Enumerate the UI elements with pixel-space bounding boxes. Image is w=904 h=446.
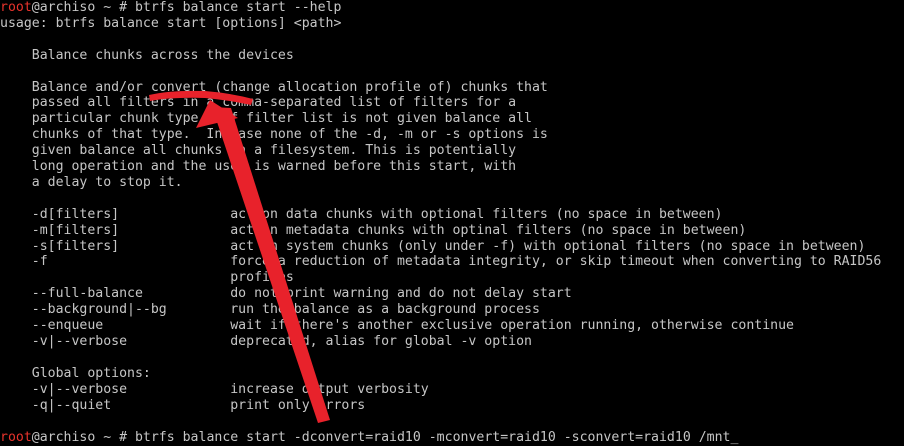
last-command-text[interactable]: btrfs balance start -dconvert=raid10 -mc… (135, 430, 730, 445)
help-line: profiles (0, 270, 294, 286)
first-command-text: btrfs balance start --help (134, 0, 342, 15)
terminal-window[interactable]: root@archiso ~ # btrfs balance start --h… (0, 0, 904, 446)
prompt-host: @archiso ~ # (31, 430, 135, 445)
help-line: long operation and the user is warned be… (0, 159, 517, 174)
help-line: -m[filters] act on metadata chunks with … (0, 222, 747, 238)
help-line: -d[filters] act on data chunks with opti… (0, 206, 723, 222)
help-line: a delay to stop it. (0, 174, 183, 190)
help-line: -f force a reduction of metadata integri… (0, 254, 882, 270)
help-line: Balance and/or convert (change allocatio… (0, 79, 548, 95)
help-line: Balance chunks across the devices (0, 47, 294, 63)
help-line: -s[filters] act on system chunks (only u… (0, 238, 866, 254)
help-line: given balance all chunks in a filesystem… (0, 143, 517, 159)
help-line: -q|--quiet print only errors (0, 397, 366, 413)
help-line: --background|--bg run the balance as a b… (0, 302, 540, 318)
text-cursor: _ (730, 430, 739, 445)
help-line: -v|--verbose deprecated, alias for globa… (0, 333, 532, 349)
help-line: chunks of that type. In case none of the… (0, 127, 548, 143)
prompt-host: @archiso ~ # (31, 0, 135, 15)
help-line: --enqueue wait if there's another exclus… (0, 318, 794, 333)
prompt-line-first: root@archiso ~ # btrfs balance start --h… (0, 0, 341, 16)
help-line: usage: btrfs balance start [options] <pa… (0, 15, 342, 31)
help-line: --full-balance do not print warning and … (0, 286, 572, 302)
prompt-line-last[interactable]: root@archiso ~ # btrfs balance start -dc… (0, 430, 738, 446)
help-line: passed all filters in a comma-separated … (0, 95, 517, 111)
help-line: particular chunk type. If filter list is… (0, 111, 532, 127)
help-line: Global options: (0, 365, 151, 381)
prompt-user: root (0, 0, 32, 15)
prompt-user: root (0, 430, 32, 445)
help-line: -v|--verbose increase output verbosity (0, 381, 429, 397)
